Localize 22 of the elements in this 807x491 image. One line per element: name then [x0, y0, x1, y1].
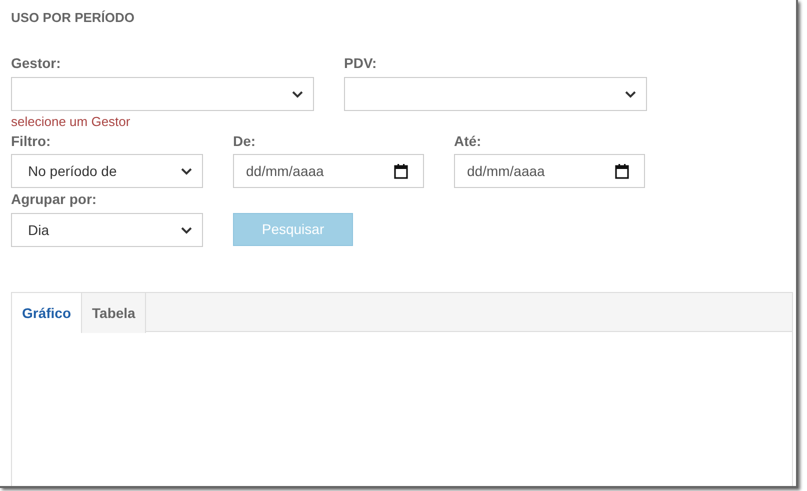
- gestor-select[interactable]: [11, 77, 314, 111]
- error-message: selecione um Gestor: [11, 114, 132, 130]
- calendar-icon: [394, 164, 408, 178]
- pdv-label: PDV:: [344, 55, 378, 71]
- chevron-down-icon: [181, 226, 192, 234]
- tab[interactable]: Tabela: [82, 293, 146, 333]
- filtro-select[interactable]: No período de: [11, 154, 203, 188]
- calendar-icon: [615, 164, 629, 178]
- filtro-label: Filtro:: [11, 133, 52, 149]
- agrupar-select[interactable]: Dia: [11, 213, 203, 247]
- ate-date-field[interactable]: dd/mm/aaaa: [454, 154, 645, 188]
- page-title: USO POR PERÍODO: [11, 10, 136, 26]
- pdv-select[interactable]: [344, 77, 647, 111]
- de-label: De:: [233, 133, 257, 149]
- gestor-label: Gestor:: [11, 55, 62, 71]
- agrupar-label: Agrupar por:: [11, 191, 98, 207]
- chevron-down-icon: [292, 90, 303, 98]
- chevron-down-icon: [625, 90, 636, 98]
- tab[interactable]: Gráfico: [12, 293, 82, 333]
- ate-label: Até:: [454, 133, 482, 149]
- de-date-field[interactable]: dd/mm/aaaa: [233, 154, 424, 188]
- chevron-down-icon: [181, 168, 192, 174]
